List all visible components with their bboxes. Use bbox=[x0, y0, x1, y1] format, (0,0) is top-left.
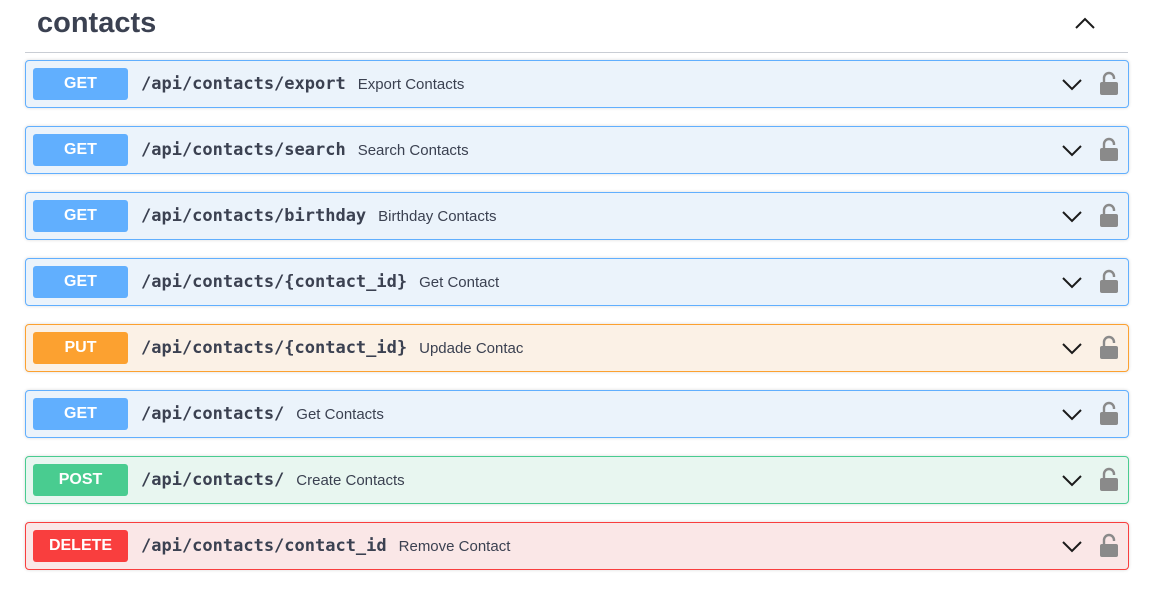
chevron-down-icon[interactable] bbox=[1060, 535, 1084, 557]
operations-list: GET /api/contacts/export Export Contacts … bbox=[25, 60, 1129, 588]
operation-get-birthday[interactable]: GET /api/contacts/birthday Birthday Conta… bbox=[25, 192, 1129, 240]
operation-summary: Search Contacts bbox=[357, 142, 469, 159]
method-badge: GET bbox=[33, 398, 128, 430]
method-badge: GET bbox=[33, 200, 128, 232]
operation-path: /api/contacts/{contact_id} Updade Contac bbox=[141, 325, 523, 371]
unlocked-padlock-icon[interactable] bbox=[1099, 71, 1119, 95]
path-text: /api/contacts/birthday bbox=[141, 206, 367, 226]
operation-get-search[interactable]: GET /api/contacts/search Search Contacts bbox=[25, 126, 1129, 174]
path-text: /api/contacts/contact_id bbox=[141, 536, 387, 556]
unlocked-padlock-icon[interactable] bbox=[1099, 335, 1119, 359]
chevron-down-icon[interactable] bbox=[1060, 73, 1084, 95]
method-badge: POST bbox=[33, 464, 128, 496]
operation-summary: Get Contacts bbox=[296, 406, 384, 423]
unlocked-padlock-icon[interactable] bbox=[1099, 467, 1119, 491]
operation-post-contacts[interactable]: POST /api/contacts/Create Contacts bbox=[25, 456, 1129, 504]
chevron-up-icon[interactable] bbox=[1072, 10, 1098, 36]
chevron-down-icon[interactable] bbox=[1060, 469, 1084, 491]
operation-summary: Birthday Contacts bbox=[378, 208, 497, 225]
operation-path: /api/contacts/Create Contacts bbox=[141, 457, 405, 503]
path-text: /api/contacts/{contact_id} bbox=[141, 272, 408, 292]
operation-summary: Create Contacts bbox=[296, 472, 405, 489]
operation-path: /api/contacts/contact_id Remove Contact bbox=[141, 523, 510, 569]
operation-summary: Remove Contact bbox=[398, 538, 511, 555]
chevron-down-icon[interactable] bbox=[1060, 337, 1084, 359]
tag-title[interactable]: contacts bbox=[37, 4, 156, 42]
chevron-down-icon[interactable] bbox=[1060, 271, 1084, 293]
operation-path: /api/contacts/{contact_id} Get Contact bbox=[141, 259, 499, 305]
operation-path: /api/contacts/search Search Contacts bbox=[141, 127, 469, 173]
operation-get-contact[interactable]: GET /api/contacts/{contact_id} Get Contac… bbox=[25, 258, 1129, 306]
unlocked-padlock-icon[interactable] bbox=[1099, 269, 1119, 293]
unlocked-padlock-icon[interactable] bbox=[1099, 533, 1119, 557]
method-badge: GET bbox=[33, 68, 128, 100]
unlocked-padlock-icon[interactable] bbox=[1099, 203, 1119, 227]
unlocked-padlock-icon[interactable] bbox=[1099, 401, 1119, 425]
method-badge: GET bbox=[33, 266, 128, 298]
path-text: /api/contacts/export bbox=[141, 74, 346, 94]
unlocked-padlock-icon[interactable] bbox=[1099, 137, 1119, 161]
method-badge: GET bbox=[33, 134, 128, 166]
path-text: /api/contacts/ bbox=[141, 470, 285, 490]
operation-get-contacts[interactable]: GET /api/contacts/Get Contacts bbox=[25, 390, 1129, 438]
operation-path: /api/contacts/Get Contacts bbox=[141, 391, 384, 437]
contacts-tag-section: contacts GET /api/contacts/export Export … bbox=[0, 0, 1158, 592]
chevron-down-icon[interactable] bbox=[1060, 205, 1084, 227]
path-text: /api/contacts/ bbox=[141, 404, 285, 424]
method-badge: PUT bbox=[33, 332, 128, 364]
path-text: /api/contacts/{contact_id} bbox=[141, 338, 408, 358]
operation-get-export[interactable]: GET /api/contacts/export Export Contacts bbox=[25, 60, 1129, 108]
operation-path: /api/contacts/birthday Birthday Contacts bbox=[141, 193, 497, 239]
operation-summary: Export Contacts bbox=[357, 76, 465, 93]
tag-header[interactable]: contacts bbox=[25, 0, 1128, 53]
operation-summary: Get Contact bbox=[419, 274, 500, 291]
path-text: /api/contacts/search bbox=[141, 140, 346, 160]
chevron-down-icon[interactable] bbox=[1060, 139, 1084, 161]
operation-put-contact[interactable]: PUT /api/contacts/{contact_id} Updade Con… bbox=[25, 324, 1129, 372]
operation-path: /api/contacts/export Export Contacts bbox=[141, 61, 464, 107]
chevron-down-icon[interactable] bbox=[1060, 403, 1084, 425]
operation-summary: Updade Contac bbox=[419, 340, 524, 357]
operation-delete-contact[interactable]: DELETE /api/contacts/contact_id Remove Co… bbox=[25, 522, 1129, 570]
method-badge: DELETE bbox=[33, 530, 128, 562]
